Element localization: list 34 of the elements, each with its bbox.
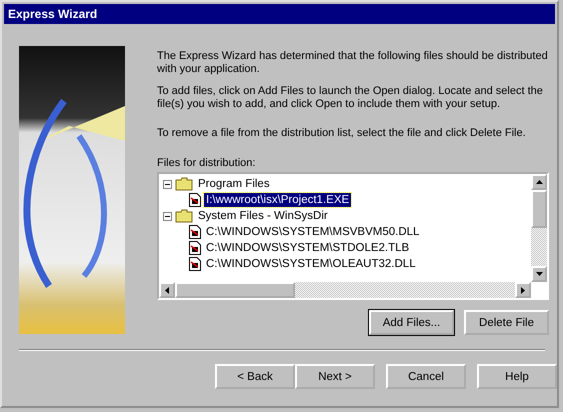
instruction-text: The Express Wizard has determined that the following files should be distributed with your application. [157,50,549,76]
tree-item[interactable]: C:\WINDOWS\SYSTEM\STDOLE2.TLB [204,241,412,255]
file-action-button[interactable]: Delete File [464,310,549,335]
tree-item[interactable]: I:\wwwroot\isx\Project1.EXE [204,193,352,207]
wizard-button[interactable]: Cancel [386,364,466,389]
file-action-button[interactable]: Add Files... [369,310,454,335]
file-tree[interactable]: Program Files I:\wwwroot\isx\Project1.EXE System Files - WinSysDir C:\WINDOWS\SYSTEM\MSVBVM50.DLL C:\WINDOWS\SYSTEM\STDOLE2.TLB C:\WINDOWS\SYSTEM\OLEAUT32.DLL [157,172,549,300]
instruction-text: To remove a file from the distribution list, select the file and click Delete File. [157,127,527,140]
files-label: Files for distribution: [157,157,256,169]
collapse-icon[interactable] [163,180,172,188]
scrollbar-thumb[interactable] [175,282,295,298]
horizontal-scrollbar[interactable] [159,282,531,298]
scroll-up-icon[interactable] [531,174,547,190]
tree-item[interactable]: C:\WINDOWS\SYSTEM\MSVBVM50.DLL [204,225,422,239]
folder-icon [175,177,193,191]
scroll-left-icon[interactable] [159,282,175,298]
wizard-button[interactable]: Next > [295,364,375,389]
folder-icon [175,209,193,223]
tree-item[interactable]: C:\WINDOWS\SYSTEM\OLEAUT32.DLL [204,257,418,271]
scroll-right-icon[interactable] [515,282,531,298]
instruction-text: To add files, click on Add Files to launch the Open dialog. Locate and select the file(s) you wish to add, and click Open to include them with your setup. [157,85,544,111]
file-icon [189,193,201,207]
tree-item[interactable]: Program Files [196,177,272,191]
tree-item[interactable]: System Files - WinSysDir [196,209,330,223]
wizard-button[interactable]: < Back [215,364,295,389]
scrollbar-thumb[interactable] [531,190,547,228]
collapse-icon[interactable] [163,212,172,220]
file-icon [189,225,201,239]
wizard-button[interactable]: Help [477,364,557,389]
file-icon [189,257,201,271]
scroll-down-icon[interactable] [531,266,547,282]
window-title: Express Wizard [4,4,555,24]
file-icon [189,241,201,255]
vertical-scrollbar[interactable] [531,174,547,282]
